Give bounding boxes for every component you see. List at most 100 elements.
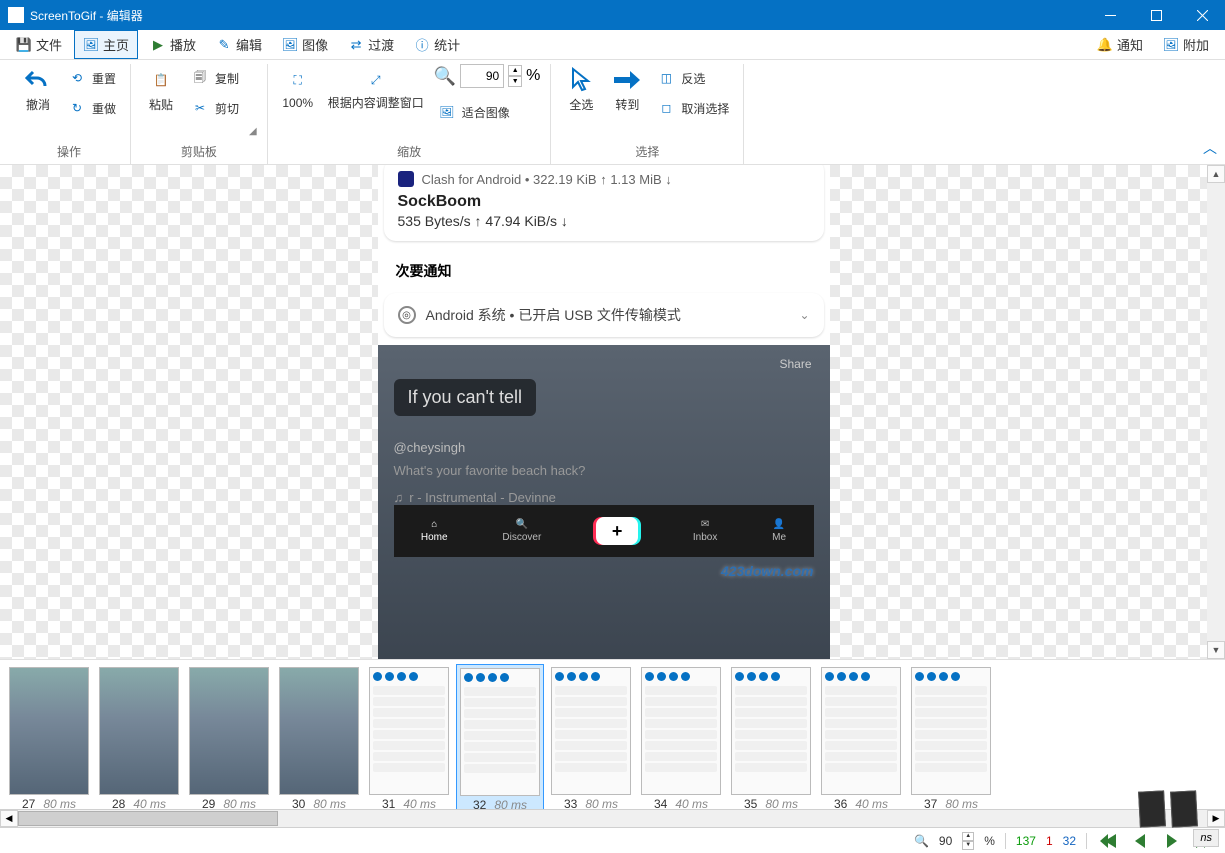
scroll-left-button[interactable]: ◀	[0, 810, 18, 827]
frame-number: 31	[382, 797, 395, 809]
ribbon: 撤消 ⟲重置 ↻重做 操作 📋粘贴 🗐复制 ✂剪切 ◢ 剪贴板 ⛶100% ⤢根…	[0, 60, 1225, 165]
tiktok-me: 👤Me	[772, 519, 786, 543]
nav-next-button[interactable]	[1161, 831, 1183, 851]
frame-36[interactable]: 3640 ms	[818, 664, 904, 809]
frame-30[interactable]: 3080 ms	[276, 664, 362, 809]
magnifier-icon: 🔍	[434, 66, 456, 87]
frame-thumb	[460, 668, 540, 796]
timeline[interactable]: 2780 ms2840 ms2980 ms3080 ms3140 ms3280 …	[0, 659, 1225, 809]
cut-button[interactable]: ✂剪切	[187, 94, 243, 122]
tab-stats[interactable]: ⓘ统计	[406, 31, 468, 58]
scroll-thumb[interactable]	[18, 811, 278, 826]
goto-button[interactable]: 转到	[607, 64, 647, 115]
picture-icon: 🖼	[282, 37, 298, 53]
zoom-status-down[interactable]: ▼	[962, 841, 974, 850]
notify-button[interactable]: 🔔通知	[1089, 31, 1151, 58]
fit-image-icon: 🖼	[438, 103, 456, 121]
tab-image[interactable]: 🖼图像	[274, 31, 336, 58]
tab-file[interactable]: 💾文件	[8, 31, 70, 58]
frame-duration: 80 ms	[494, 798, 527, 809]
zoom-status-up[interactable]: ▲	[962, 832, 974, 841]
frame-number: 35	[744, 797, 757, 809]
frame-29[interactable]: 29 80 ms	[186, 664, 272, 809]
frame-number: 32	[473, 798, 486, 809]
reset-button[interactable]: ⟲重置	[64, 64, 120, 92]
bell-icon: 🔔	[1097, 37, 1113, 53]
frame-duration: 80 ms	[945, 797, 978, 809]
status-zoom: 90	[939, 834, 952, 848]
scroll-right-button[interactable]: ▶	[1207, 810, 1225, 827]
preview-frame: Clash for Android • 322.19 KiB ↑ 1.13 Mi…	[378, 165, 830, 659]
frame-duration: 80 ms	[223, 797, 256, 809]
zoom-up-button[interactable]: ▲	[508, 65, 522, 76]
invert-sel-button[interactable]: ◫反选	[653, 64, 733, 92]
zoom-100-button[interactable]: ⛶100%	[278, 64, 318, 112]
frame-31[interactable]: 3140 ms	[366, 664, 452, 809]
collapse-ribbon-button[interactable]: ︿	[1203, 138, 1217, 158]
tiktok-inbox: ✉Inbox	[693, 519, 717, 543]
status-total: 137	[1016, 834, 1036, 848]
paste-icon: 📋	[147, 66, 175, 94]
nav-first-button[interactable]	[1097, 831, 1119, 851]
pencil-icon: ✎	[216, 37, 232, 53]
scroll-up-button[interactable]: ▲	[1207, 165, 1225, 183]
menubar: 💾文件 🖼主页 ▶播放 ✎编辑 🖼图像 ⇄过渡 ⓘ统计 🔔通知 🖼附加	[0, 30, 1225, 60]
frame-duration: 40 ms	[675, 797, 708, 809]
minimize-button[interactable]	[1087, 0, 1133, 30]
select-all-button[interactable]: 全选	[561, 64, 601, 115]
tab-edit[interactable]: ✎编辑	[208, 31, 270, 58]
scroll-down-button[interactable]: ▼	[1207, 641, 1225, 659]
group-label: 操作	[18, 141, 120, 164]
image-icon: 🖼	[83, 37, 99, 53]
share-label: Share	[779, 357, 811, 371]
frame-33[interactable]: 3380 ms	[548, 664, 634, 809]
paste-button[interactable]: 📋粘贴	[141, 64, 181, 115]
fit-icon: ⤢	[362, 66, 390, 94]
copy-icon: 🗐	[191, 69, 209, 87]
frame-number: 30	[292, 797, 305, 809]
tab-play[interactable]: ▶播放	[142, 31, 204, 58]
canvas[interactable]: Clash for Android • 322.19 KiB ↑ 1.13 Mi…	[0, 165, 1207, 659]
home-icon: ⌂	[431, 519, 437, 530]
frame-number: 29	[202, 797, 215, 809]
group-ops: 撤消 ⟲重置 ↻重做 操作	[8, 64, 131, 164]
canvas-area: Clash for Android • 322.19 KiB ↑ 1.13 Mi…	[0, 165, 1225, 659]
attach-button[interactable]: 🖼附加	[1155, 31, 1217, 58]
music-icon: ♫	[394, 490, 404, 505]
nav-prev-button[interactable]	[1129, 831, 1151, 851]
expand-icon: ⛶	[284, 66, 312, 94]
frame-duration: 40 ms	[855, 797, 888, 809]
invert-icon: ◫	[657, 69, 675, 87]
frame-number: 27	[22, 797, 35, 809]
redo-icon: ↻	[68, 99, 86, 117]
group-zoom: ⛶100% ⤢根据内容调整窗口 🔍 ▲▼ % 🖼适合图像 缩放	[268, 64, 552, 164]
frame-thumb	[551, 667, 631, 795]
zoom-input[interactable]	[460, 64, 504, 88]
clear-sel-button[interactable]: ◻取消选择	[653, 94, 733, 122]
vertical-scrollbar[interactable]: ▲ ▼	[1207, 165, 1225, 659]
user-icon: 👤	[773, 519, 785, 530]
watermark: 423down.com	[721, 563, 814, 579]
frame-35[interactable]: 3580 ms	[728, 664, 814, 809]
frame-28[interactable]: 2840 ms	[96, 664, 182, 809]
fit-window-button[interactable]: ⤢根据内容调整窗口	[324, 64, 428, 112]
tab-home[interactable]: 🖼主页	[74, 30, 138, 59]
cursor-icon	[567, 66, 595, 94]
search-icon: 🔍	[516, 519, 528, 530]
app-icon	[8, 7, 24, 23]
zoom-down-button[interactable]: ▼	[508, 76, 522, 87]
frame-34[interactable]: 3440 ms	[638, 664, 724, 809]
chevron-down-icon: ⌄	[799, 308, 809, 322]
maximize-button[interactable]	[1133, 0, 1179, 30]
redo-button[interactable]: ↻重做	[64, 94, 120, 122]
tab-transition[interactable]: ⇄过渡	[340, 31, 402, 58]
frame-32[interactable]: 32 80 ms	[456, 664, 544, 809]
frame-27[interactable]: 2780 ms	[6, 664, 92, 809]
clipboard-launcher-icon[interactable]: ◢	[249, 126, 257, 141]
horizontal-scrollbar[interactable]: ◀ ▶	[0, 809, 1225, 827]
copy-button[interactable]: 🗐复制	[187, 64, 243, 92]
undo-button[interactable]: 撤消	[18, 64, 58, 115]
close-button[interactable]	[1179, 0, 1225, 30]
frame-37[interactable]: 3780 ms	[908, 664, 994, 809]
fit-image-button[interactable]: 🖼适合图像	[434, 98, 541, 126]
